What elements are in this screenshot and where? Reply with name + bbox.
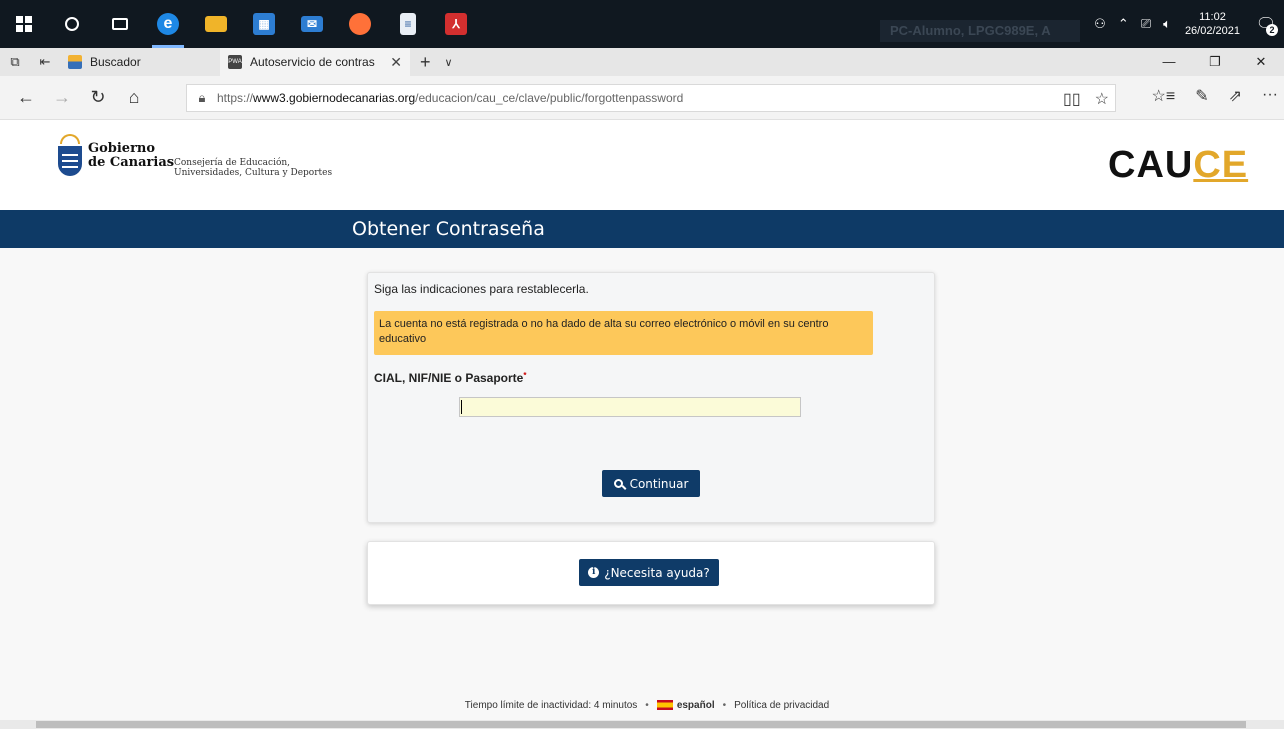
home-button[interactable]: ⌂ xyxy=(116,87,152,108)
user-info-text: PC-Alumno, LPGC989E, A xyxy=(880,20,1080,42)
id-input[interactable] xyxy=(459,397,801,417)
url-path: /educacion/cau_ce/clave/public/forgotten… xyxy=(415,91,684,105)
store-app[interactable]: ▦ xyxy=(240,0,288,48)
notification-count: 2 xyxy=(1266,24,1278,36)
gobierno-canarias-logo[interactable]: Gobierno de Canarias xyxy=(58,134,174,178)
notepad-app[interactable]: ≡ xyxy=(384,0,432,48)
reading-view-icon[interactable]: ▯▯ xyxy=(1063,89,1081,109)
tab-previews-chevron-icon[interactable]: ∨ xyxy=(445,56,453,69)
tab-label: Buscador xyxy=(90,55,141,69)
firefox-icon xyxy=(349,13,371,35)
close-tab-icon[interactable]: ✕ xyxy=(390,54,402,71)
password-recovery-card: Siga las indicaciones para restablecerla… xyxy=(367,272,935,523)
page-title: Obtener Contraseña xyxy=(352,218,545,240)
site-header: Gobierno de Canarias Consejería de Educa… xyxy=(0,120,1284,210)
volume-icon[interactable]: 🔈︎ xyxy=(1163,16,1171,32)
help-card: i ¿Necesita ayuda? xyxy=(367,541,935,605)
windows-logo-icon xyxy=(16,16,32,32)
firefox-app[interactable] xyxy=(336,0,384,48)
favorite-star-icon[interactable]: ☆ xyxy=(1095,89,1109,109)
mail-icon: ✉ xyxy=(301,16,323,32)
pdf-icon: ⅄ xyxy=(445,13,467,35)
acrobat-app[interactable]: ⅄ xyxy=(432,0,480,48)
mail-app[interactable]: ✉ xyxy=(288,0,336,48)
more-menu-icon[interactable]: ··· xyxy=(1262,86,1278,106)
set-aside-tabs-icon[interactable]: ⇤ xyxy=(30,54,60,70)
window-controls: — ❐ ✕ xyxy=(1146,48,1284,76)
url-prefix: https:// xyxy=(217,91,254,105)
address-bar[interactable]: 🔒︎ https:// www3.gobiernodecanarias.org … xyxy=(186,84,1116,112)
help-label: ¿Necesita ayuda? xyxy=(604,565,710,580)
edge-icon: e xyxy=(157,13,179,35)
tab-label: Autoservicio de contras xyxy=(250,55,375,69)
edge-app[interactable]: e xyxy=(144,0,192,48)
clock-time: 11:02 xyxy=(1199,11,1226,23)
url-domain: www3.gobiernodecanarias.org xyxy=(253,91,416,105)
share-icon[interactable]: ⇗ xyxy=(1229,86,1242,106)
scrollbar-thumb[interactable] xyxy=(36,721,1246,728)
people-icon[interactable]: ⚇ xyxy=(1094,16,1106,32)
help-button[interactable]: i ¿Necesita ayuda? xyxy=(579,559,719,586)
action-center-button[interactable]: 🗨︎ 2 xyxy=(1248,0,1284,48)
text-caret xyxy=(461,400,462,414)
minimize-button[interactable]: — xyxy=(1146,48,1192,76)
document-icon: ≡ xyxy=(400,13,416,35)
search-button[interactable] xyxy=(48,0,96,48)
id-field-label: CIAL, NIF/NIE o Pasaporte* xyxy=(374,371,527,385)
store-icon: ▦ xyxy=(253,13,275,35)
windows-taskbar: e ▦ ✉ ≡ ⅄ PC-Alumno, LPGC989E, A ⚇ ⌃ ⎚ 🔈… xyxy=(0,0,1284,48)
web-note-icon[interactable]: ✎ xyxy=(1195,86,1208,106)
continue-button[interactable]: Continuar xyxy=(602,470,700,497)
cortana-icon xyxy=(65,17,79,31)
restore-button[interactable]: ❐ xyxy=(1192,48,1238,76)
cauce-logo[interactable]: CAUCE xyxy=(1108,144,1248,187)
search-icon xyxy=(613,479,623,488)
chevron-up-icon[interactable]: ⌃ xyxy=(1118,16,1129,32)
web-page: Gobierno de Canarias Consejería de Educa… xyxy=(0,120,1284,720)
back-button[interactable]: ← xyxy=(8,87,44,108)
language-selector[interactable]: español xyxy=(656,700,715,711)
favorites-hub-icon[interactable]: ☆≡ xyxy=(1152,86,1176,106)
warning-alert: La cuenta no está registrada o no ha dad… xyxy=(374,311,873,355)
org-name: Gobierno de Canarias xyxy=(88,141,175,170)
separator-dot: • xyxy=(645,700,649,711)
instructions-text: Siga las indicaciones para restablecerla… xyxy=(374,282,589,296)
separator-dot: • xyxy=(722,700,727,711)
horizontal-scrollbar[interactable] xyxy=(0,720,1284,729)
clock-date: 26/02/2021 xyxy=(1184,25,1240,37)
timeout-text: Tiempo límite de inactividad: 4 minutos xyxy=(464,700,638,711)
start-button[interactable] xyxy=(0,0,48,48)
toolbar-actions: ☆≡ ✎ ⇗ ··· xyxy=(1152,86,1278,106)
address-bar-actions: ▯▯ ☆ xyxy=(1063,89,1109,109)
folder-icon xyxy=(205,16,227,32)
new-tab-button[interactable]: + xyxy=(420,52,431,73)
lock-icon[interactable]: 🔒︎ xyxy=(187,90,217,106)
browser-tab-strip: ⧉ ⇤ Buscador PWA Autoservicio de contras… xyxy=(0,48,1284,76)
browser-toolbar: ← → ↻ ⌂ 🔒︎ https:// www3.gobiernodecanar… xyxy=(0,76,1284,120)
task-view-button[interactable] xyxy=(96,0,144,48)
tab-buscador[interactable]: Buscador xyxy=(60,48,220,76)
refresh-button[interactable]: ↻ xyxy=(80,87,116,108)
forward-button[interactable]: → xyxy=(44,87,80,108)
system-tray: ⚇ ⌃ ⎚ 🔈︎ 11:02 26/02/2021 🗨︎ 2 xyxy=(1088,0,1284,48)
pwa-favicon: PWA xyxy=(228,55,242,69)
privacy-link[interactable]: Política de privacidad xyxy=(734,700,829,711)
info-icon: i xyxy=(588,567,600,578)
page-footer: Tiempo límite de inactividad: 4 minutos … xyxy=(0,700,1284,711)
continue-label: Continuar xyxy=(629,476,689,491)
department-name: Consejería de Educación, Universidades, … xyxy=(174,158,333,178)
task-view-icon xyxy=(112,18,128,30)
clock[interactable]: 11:02 26/02/2021 xyxy=(1185,10,1240,38)
close-window-button[interactable]: ✕ xyxy=(1238,48,1284,76)
spain-flag-icon xyxy=(656,700,673,711)
file-explorer-app[interactable] xyxy=(192,0,240,48)
tab-autoservicio[interactable]: PWA Autoservicio de contras ✕ xyxy=(220,48,410,76)
coat-of-arms-icon xyxy=(58,134,82,178)
network-icon[interactable]: ⎚ xyxy=(1141,16,1151,32)
title-band: Obtener Contraseña xyxy=(0,210,1284,248)
required-mark: * xyxy=(523,371,527,380)
tab-preview-icon[interactable]: ⧉ xyxy=(0,54,30,70)
buscador-favicon xyxy=(68,55,82,69)
